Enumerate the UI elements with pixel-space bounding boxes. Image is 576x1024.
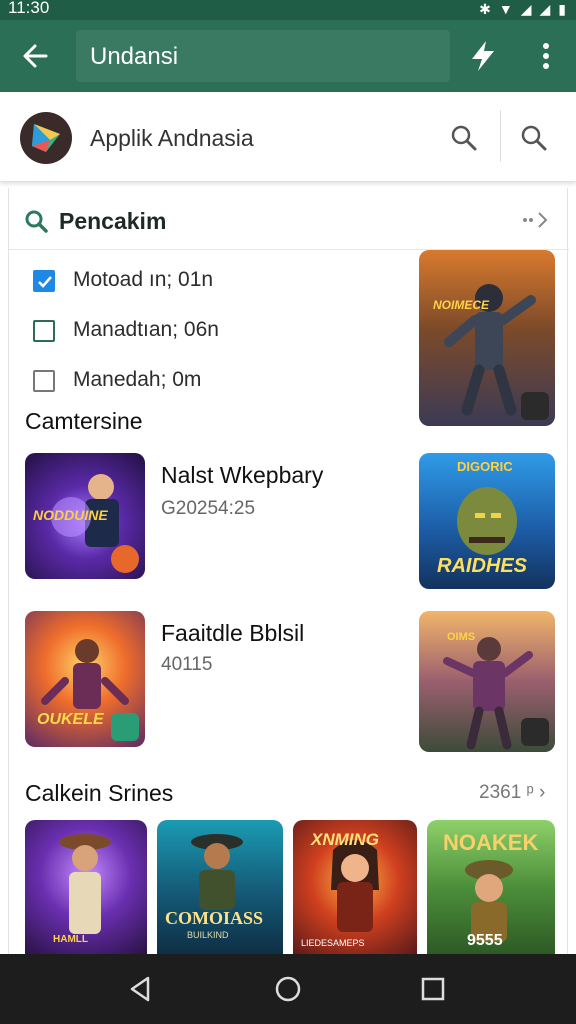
filter-option[interactable]: Motoad ın; 01n (33, 268, 403, 298)
game-card[interactable]: NOAKEK 9555 (427, 820, 555, 954)
game-thumbnail[interactable]: OUKELE (25, 611, 145, 747)
game-badge-icon (521, 718, 549, 746)
game-card[interactable]: COMOIASS BUILKIND (157, 820, 283, 954)
card-title: COMOIASS (165, 908, 264, 928)
overflow-menu-button[interactable] (534, 38, 558, 74)
page-title: Undansi (90, 43, 179, 70)
section-header[interactable]: Pencakim (9, 188, 569, 250)
thumb-title: NODDUINE (33, 507, 108, 523)
bolt-icon (472, 41, 494, 71)
status-bar: 11:30 ✱ ▼ ◢ ◢ ▮ (0, 0, 576, 20)
more-vert-icon (543, 43, 549, 69)
category-title: Calkein Srines (25, 780, 174, 806)
chevron-right-icon: › (539, 782, 546, 803)
category-title: Camtersine (25, 408, 143, 434)
checkbox-checked[interactable] (33, 270, 55, 292)
filter-option[interactable]: Manadtıan; 06n (33, 318, 403, 348)
game-thumbnail[interactable]: OIMS (419, 611, 555, 752)
status-icons: ✱ ▼ ◢ ◢ ▮ (479, 1, 566, 17)
status-time: 11:30 (8, 0, 50, 17)
bluetooth-icon: ✱ (479, 1, 491, 17)
see-more-label: 2361 ᵖ (479, 782, 534, 803)
search-icon (451, 125, 477, 151)
thumb-title: NOIMECE (433, 298, 490, 312)
card-title: XNMING (311, 830, 379, 849)
see-more-link[interactable]: 2361 ᵖ › (479, 782, 545, 804)
checkbox[interactable] (33, 320, 55, 342)
app-bar: Undansi (0, 20, 576, 92)
thumb-title: OUKELE (37, 711, 104, 728)
battery-icon: ▮ (558, 1, 566, 17)
filter-label: Motoad ın; 01n (73, 268, 214, 291)
search-button[interactable] (448, 122, 480, 154)
item-subtitle: 40115 (161, 654, 213, 675)
wifi-icon: ▼ (498, 1, 513, 17)
back-button[interactable] (18, 36, 54, 76)
divider (500, 110, 501, 162)
card-title: HAMLL (53, 934, 88, 945)
title-field[interactable]: Undansi (76, 30, 450, 82)
card-subtitle: 9555 (467, 932, 503, 949)
search-icon (521, 125, 547, 151)
game-thumbnail[interactable]: NODDUINE (25, 453, 145, 579)
game-card[interactable]: XNMING LIEDESAMEPS (293, 820, 417, 954)
search-icon (25, 210, 48, 233)
search-button-2[interactable] (518, 122, 550, 154)
play-logo-icon (32, 124, 60, 152)
back-nav-icon[interactable] (126, 974, 156, 1004)
game-badge-icon (111, 545, 139, 573)
flash-button[interactable] (466, 38, 500, 74)
filter-label: Manedah; 0m (73, 368, 202, 391)
signal-icon: ◢ (520, 1, 532, 17)
item-title[interactable]: Faaitdle Bblsil (161, 620, 304, 647)
card-subtitle: BUILKIND (187, 930, 229, 940)
thumb-title: DIGORIC (457, 459, 513, 474)
game-badge-icon (521, 392, 549, 420)
card-subtitle: LIEDESAMEPS (301, 938, 365, 948)
arrow-left-icon (23, 44, 48, 68)
game-badge-icon (111, 713, 139, 741)
app-name: Applik Andnasia (90, 125, 254, 151)
content-panel: Pencakim Motoad ın; 01n Manadtıan; 06n M… (8, 188, 569, 954)
chevron-right-icon[interactable] (519, 208, 555, 232)
signal-icon-2: ◢ (539, 1, 551, 17)
app-logo (20, 112, 72, 164)
checkbox[interactable] (33, 370, 55, 392)
check-icon (38, 276, 52, 288)
thumb-caption: RAIDHES (437, 555, 528, 577)
game-thumbnail[interactable]: NOIMECE (419, 250, 555, 426)
item-subtitle: G20254:25 (161, 498, 256, 519)
game-card[interactable]: HAMLL (25, 820, 147, 954)
recents-nav-icon[interactable] (418, 974, 448, 1004)
game-thumbnail[interactable]: DIGORIC RAIDHES (419, 453, 555, 589)
system-nav-bar (0, 954, 576, 1024)
section-title: Pencakim (59, 208, 167, 234)
app-header: Applik Andnasia (0, 92, 576, 182)
home-nav-icon[interactable] (273, 974, 303, 1004)
filter-label: Manadtıan; 06n (73, 318, 219, 341)
filter-option[interactable]: Manedah; 0m (33, 368, 403, 398)
item-title[interactable]: Nalst Wkepbary (161, 462, 323, 489)
thumb-title: OIMS (447, 631, 476, 643)
card-title: NOAKEK (443, 830, 539, 855)
